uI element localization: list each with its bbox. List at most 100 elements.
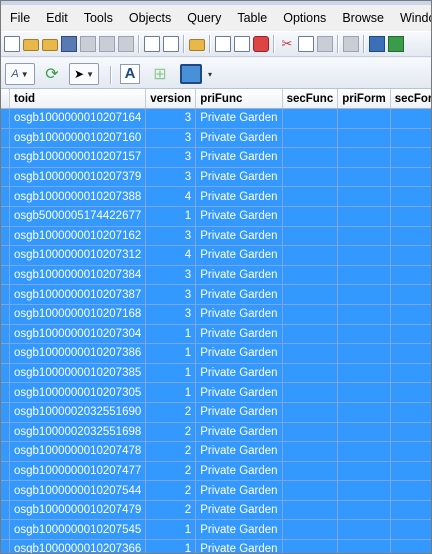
table-row[interactable]: osgb1000000010207305 1 Private Garden: [1, 382, 431, 403]
cell-toid[interactable]: osgb1000000010207386: [9, 343, 147, 364]
cell-secform[interactable]: [390, 343, 431, 364]
cell-priform[interactable]: [337, 382, 391, 403]
cell-toid[interactable]: osgb1000000010207479: [9, 500, 147, 521]
table-row[interactable]: osgb1000002032551698 2 Private Garden: [1, 422, 431, 443]
cell-priform[interactable]: [337, 519, 391, 541]
table-row[interactable]: osgb1000000010207386 1 Private Garden: [1, 343, 431, 364]
row-selector[interactable]: [1, 422, 10, 443]
cell-secfunc[interactable]: [282, 441, 339, 462]
cell-secform[interactable]: [390, 500, 431, 521]
print-preview-icon[interactable]: [234, 36, 250, 52]
row-selector[interactable]: [1, 128, 10, 149]
cell-secfunc[interactable]: [282, 363, 339, 384]
cell-version[interactable]: 2: [145, 422, 197, 443]
cell-version[interactable]: 2: [145, 500, 197, 521]
save-query-icon[interactable]: [80, 36, 96, 52]
cell-secform[interactable]: [390, 206, 431, 227]
cell-secfunc[interactable]: [282, 265, 339, 286]
cell-prifunc[interactable]: Private Garden: [195, 284, 283, 305]
cell-secform[interactable]: [390, 186, 431, 207]
cell-priform[interactable]: [337, 480, 391, 501]
menu-browse[interactable]: Browse: [333, 11, 391, 25]
row-selector[interactable]: [1, 226, 10, 247]
column-header-prifunc[interactable]: priFunc: [195, 89, 283, 109]
row-selector[interactable]: [1, 480, 10, 501]
table-row[interactable]: osgb1000000010207162 3 Private Garden: [1, 226, 431, 247]
cell-priform[interactable]: [337, 128, 391, 149]
table-row[interactable]: osgb1000000010207312 4 Private Garden: [1, 245, 431, 266]
menu-edit[interactable]: Edit: [37, 11, 75, 25]
new-icon[interactable]: [4, 36, 20, 52]
cell-prifunc[interactable]: Private Garden: [195, 265, 283, 286]
cell-prifunc[interactable]: Private Garden: [195, 167, 283, 188]
print-icon[interactable]: [144, 36, 160, 52]
cell-version[interactable]: 3: [145, 167, 197, 188]
cell-priform[interactable]: [337, 304, 391, 325]
row-selector[interactable]: [1, 245, 10, 266]
cell-secform[interactable]: [390, 108, 431, 129]
cell-version[interactable]: 3: [145, 108, 197, 129]
column-header-secform[interactable]: secForm: [390, 89, 431, 109]
cell-version[interactable]: 3: [145, 265, 197, 286]
row-selector[interactable]: [1, 108, 10, 129]
row-selector[interactable]: [1, 402, 10, 423]
row-selector[interactable]: [1, 382, 10, 403]
cell-secform[interactable]: [390, 363, 431, 384]
table-view-button[interactable]: [179, 63, 203, 85]
cell-toid[interactable]: osgb1000000010207305: [9, 382, 147, 403]
menu-objects[interactable]: Objects: [120, 11, 178, 25]
row-selector[interactable]: [1, 186, 10, 207]
cell-secfunc[interactable]: [282, 343, 339, 364]
cell-secform[interactable]: [390, 167, 431, 188]
row-selector[interactable]: [1, 461, 10, 482]
cell-version[interactable]: 1: [145, 343, 197, 364]
cell-version[interactable]: 1: [145, 324, 197, 345]
open-workspace-icon[interactable]: [42, 39, 58, 51]
copy-icon[interactable]: [298, 36, 314, 52]
open-icon[interactable]: [23, 39, 39, 51]
cell-version[interactable]: 3: [145, 128, 197, 149]
cell-secfunc[interactable]: [282, 539, 339, 553]
cell-toid[interactable]: osgb1000000010207366: [9, 539, 147, 553]
cell-secfunc[interactable]: [282, 402, 339, 423]
cell-version[interactable]: 4: [145, 245, 197, 266]
cell-priform[interactable]: [337, 167, 391, 188]
table-row[interactable]: osgb1000000010207544 2 Private Garden: [1, 480, 431, 501]
cell-toid[interactable]: osgb1000000010207545: [9, 519, 147, 541]
cell-priform[interactable]: [337, 402, 391, 423]
cell-secform[interactable]: [390, 284, 431, 305]
row-selector[interactable]: [1, 500, 10, 521]
save-copy-icon[interactable]: [99, 36, 115, 52]
menu-tools[interactable]: Tools: [75, 11, 120, 25]
cell-secform[interactable]: [390, 422, 431, 443]
cell-secform[interactable]: [390, 265, 431, 286]
column-header-toid[interactable]: toid: [9, 89, 147, 109]
cell-prifunc[interactable]: Private Garden: [195, 539, 283, 553]
cell-prifunc[interactable]: Private Garden: [195, 324, 283, 345]
cell-secfunc[interactable]: [282, 304, 339, 325]
cell-priform[interactable]: [337, 422, 391, 443]
table-row[interactable]: osgb1000000010207379 3 Private Garden: [1, 167, 431, 188]
cell-priform[interactable]: [337, 343, 391, 364]
text-style-button[interactable]: A: [119, 63, 141, 85]
cell-toid[interactable]: osgb1000000010207162: [9, 226, 147, 247]
cell-secfunc[interactable]: [282, 284, 339, 305]
cell-prifunc[interactable]: Private Garden: [195, 108, 283, 129]
cell-secfunc[interactable]: [282, 500, 339, 521]
save-icon[interactable]: [61, 36, 77, 52]
export-icon[interactable]: [118, 36, 134, 52]
cell-version[interactable]: 3: [145, 226, 197, 247]
cell-secfunc[interactable]: [282, 167, 339, 188]
cell-prifunc[interactable]: Private Garden: [195, 422, 283, 443]
add-row-button[interactable]: ⊞: [149, 63, 171, 85]
cell-version[interactable]: 3: [145, 147, 197, 168]
cell-priform[interactable]: [337, 441, 391, 462]
row-selector[interactable]: [1, 304, 10, 325]
cell-secform[interactable]: [390, 539, 431, 553]
column-header-secfunc[interactable]: secFunc: [282, 89, 339, 109]
table-row[interactable]: osgb1000002032551690 2 Private Garden: [1, 402, 431, 423]
cell-prifunc[interactable]: Private Garden: [195, 226, 283, 247]
cell-toid[interactable]: osgb1000000010207379: [9, 167, 147, 188]
layer-control-icon[interactable]: [388, 36, 404, 52]
row-selector-header[interactable]: [1, 89, 10, 109]
